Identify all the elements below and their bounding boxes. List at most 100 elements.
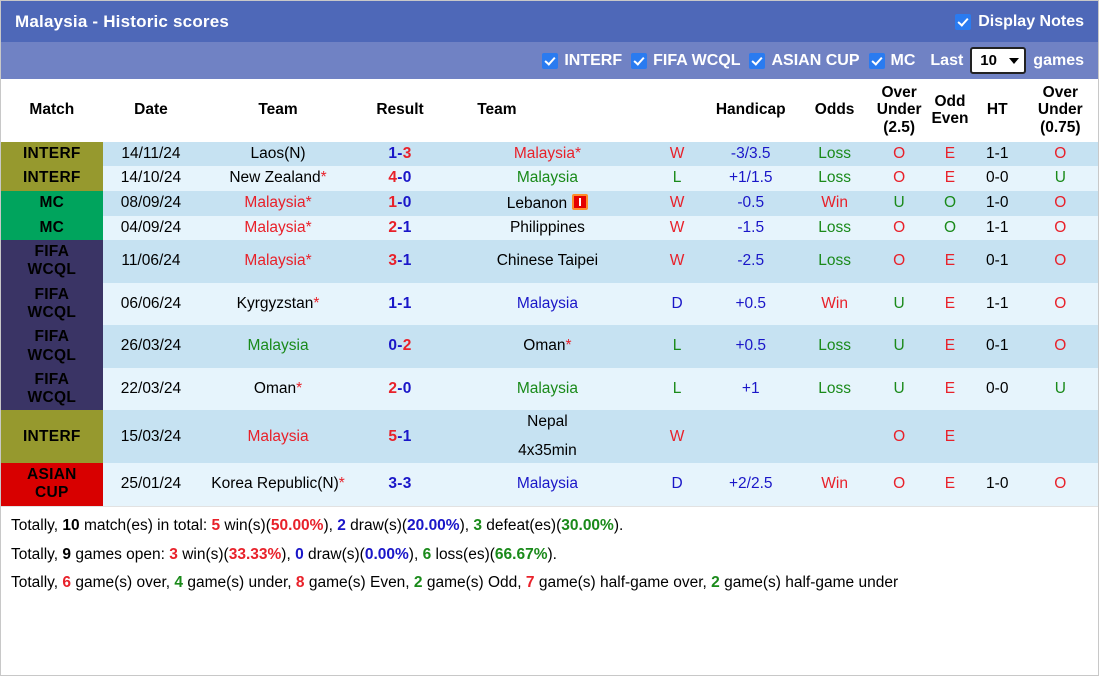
table-row[interactable]: FIFAWCQL06/06/24Kyrgyzstan*1-1MalaysiaD+… [1,283,1098,326]
checkbox-icon[interactable] [542,53,558,69]
team-name[interactable]: Malaysia [517,169,578,186]
summary-text: loss(es)( [431,546,495,563]
home-score: 0 [388,337,397,354]
col-over-under-25[interactable]: Over Under (2.5) [870,79,928,142]
col-team-away[interactable]: Team [443,79,651,142]
result-score[interactable]: 5-1 [357,410,443,463]
team-name[interactable]: Laos(N) [250,145,305,162]
team-name[interactable]: Nepal [527,413,568,430]
result-score[interactable]: 4-0 [357,166,443,190]
col-result[interactable]: Result [357,79,443,142]
team-name[interactable]: Malaysia [247,428,308,445]
col-odd-even[interactable]: Odd Even [928,79,972,142]
col-date[interactable]: Date [103,79,200,142]
team-name[interactable]: Malaysia [517,295,578,312]
summary-text: win(s)( [178,546,229,563]
table-row[interactable]: FIFAWCQL11/06/24Malaysia*3-1Chinese Taip… [1,240,1098,283]
away-team-cell: Nepal4x35min [443,410,651,463]
team-name[interactable]: Philippines [510,219,585,236]
competition-label: WCQL [28,347,77,364]
summary-figure: 0 [295,546,304,563]
home-advantage-star: * [306,219,312,236]
filter-asian-cup[interactable]: ASIAN CUP [749,52,859,70]
team-name[interactable]: New Zealand [229,169,320,186]
col-team-home[interactable]: Team [199,79,357,142]
col-ht[interactable]: HT [972,79,1023,142]
competition-badge[interactable]: ASIANCUP [1,463,103,506]
competition-badge[interactable]: FIFAWCQL [1,283,103,326]
team-name[interactable]: Malaysia [517,380,578,397]
result-score[interactable]: 2-1 [357,216,443,240]
win-loss-indicator-value: L [673,337,682,354]
team-name[interactable]: Korea Republic(N) [211,475,339,492]
result-score[interactable]: 3-3 [357,463,443,506]
table-row[interactable]: FIFAWCQL22/03/24Oman*2-0MalaysiaL+1LossU… [1,368,1098,411]
col-odds[interactable]: Odds [799,79,870,142]
filter-interf[interactable]: INTERF [542,52,622,70]
team-name[interactable]: Malaysia [244,219,305,236]
games-count-select[interactable]: 10 [970,47,1026,74]
win-loss-indicator-value: W [670,194,685,211]
over-under-075-value: O [1054,194,1066,211]
checkbox-icon[interactable] [631,53,647,69]
competition-badge[interactable]: FIFAWCQL [1,325,103,368]
team-name[interactable]: Malaysia [514,145,575,162]
table-row[interactable]: MC08/09/24Malaysia*1-0LebanonW-0.5WinUO1… [1,191,1098,216]
result-score[interactable]: 0-2 [357,325,443,368]
col-match[interactable]: Match [1,79,103,142]
filter-mc[interactable]: MC [869,52,916,70]
team-name[interactable]: Oman [254,380,296,397]
result-score[interactable]: 1-3 [357,142,443,167]
half-time-score-value: 0-1 [986,337,1008,354]
summary-figure: 50.00% [271,517,324,534]
odd-even-value: E [945,145,955,162]
display-notes-checkbox-icon[interactable] [955,14,971,30]
team-name[interactable]: Malaysia [517,475,578,492]
summary-figure: 3 [473,517,482,534]
home-score: 1 [388,194,397,211]
result-score[interactable]: 3-1 [357,240,443,283]
checkbox-icon[interactable] [749,53,765,69]
odds-result-value: Loss [818,169,851,186]
handicap-value: -1.5 [737,219,764,236]
odd-even-value: E [945,428,955,445]
result-score[interactable]: 2-0 [357,368,443,411]
competition-badge[interactable]: FIFAWCQL [1,368,103,411]
table-body: INTERF14/11/24Laos(N)1-3Malaysia*W-3/3.5… [1,142,1098,506]
competition-badge[interactable]: INTERF [1,166,103,190]
summary-text: game(s) Even, [305,574,414,591]
team-name[interactable]: Malaysia [247,337,308,354]
filter-fifa-wcql[interactable]: FIFA WCQL [631,52,740,70]
win-loss-indicator-value: L [673,169,682,186]
col-handicap[interactable]: Handicap [702,79,799,142]
home-score: 4 [388,169,397,186]
away-score: 0 [403,380,412,397]
table-row[interactable]: INTERF15/03/24Malaysia5-1Nepal4x35minWOE [1,410,1098,463]
team-name[interactable]: Malaysia [244,252,305,269]
table-row[interactable]: MC04/09/24Malaysia*2-1PhilippinesW-1.5Lo… [1,216,1098,240]
table-row[interactable]: FIFAWCQL26/03/24Malaysia0-2Oman*L+0.5Los… [1,325,1098,368]
col-over-under-075[interactable]: Over Under (0.75) [1023,79,1098,142]
competition-badge[interactable]: MC [1,191,103,216]
team-name[interactable]: Lebanon [507,195,567,212]
team-name[interactable]: Kyrgyzstan [237,295,314,312]
over-under-25-value: O [893,252,905,269]
home-advantage-star: * [575,145,581,162]
checkbox-icon[interactable] [869,53,885,69]
competition-badge[interactable]: INTERF [1,410,103,463]
team-name[interactable]: Oman [523,337,565,354]
competition-badge[interactable]: MC [1,216,103,240]
odd-even: E [928,463,972,506]
table-row[interactable]: INTERF14/11/24Laos(N)1-3Malaysia*W-3/3.5… [1,142,1098,167]
table-row[interactable]: ASIANCUP25/01/24Korea Republic(N)*3-3Mal… [1,463,1098,506]
summary-text: match(es) in total: [80,517,212,534]
team-name[interactable]: Malaysia [244,194,305,211]
result-score[interactable]: 1-1 [357,283,443,326]
competition-badge[interactable]: INTERF [1,142,103,167]
competition-badge[interactable]: FIFAWCQL [1,240,103,283]
result-score[interactable]: 1-0 [357,191,443,216]
table-row[interactable]: INTERF14/10/24New Zealand*4-0MalaysiaL+1… [1,166,1098,190]
team-name[interactable]: Chinese Taipei [497,252,598,269]
display-notes-toggle[interactable]: Display Notes [955,13,1084,31]
match-date: 04/09/24 [103,216,200,240]
